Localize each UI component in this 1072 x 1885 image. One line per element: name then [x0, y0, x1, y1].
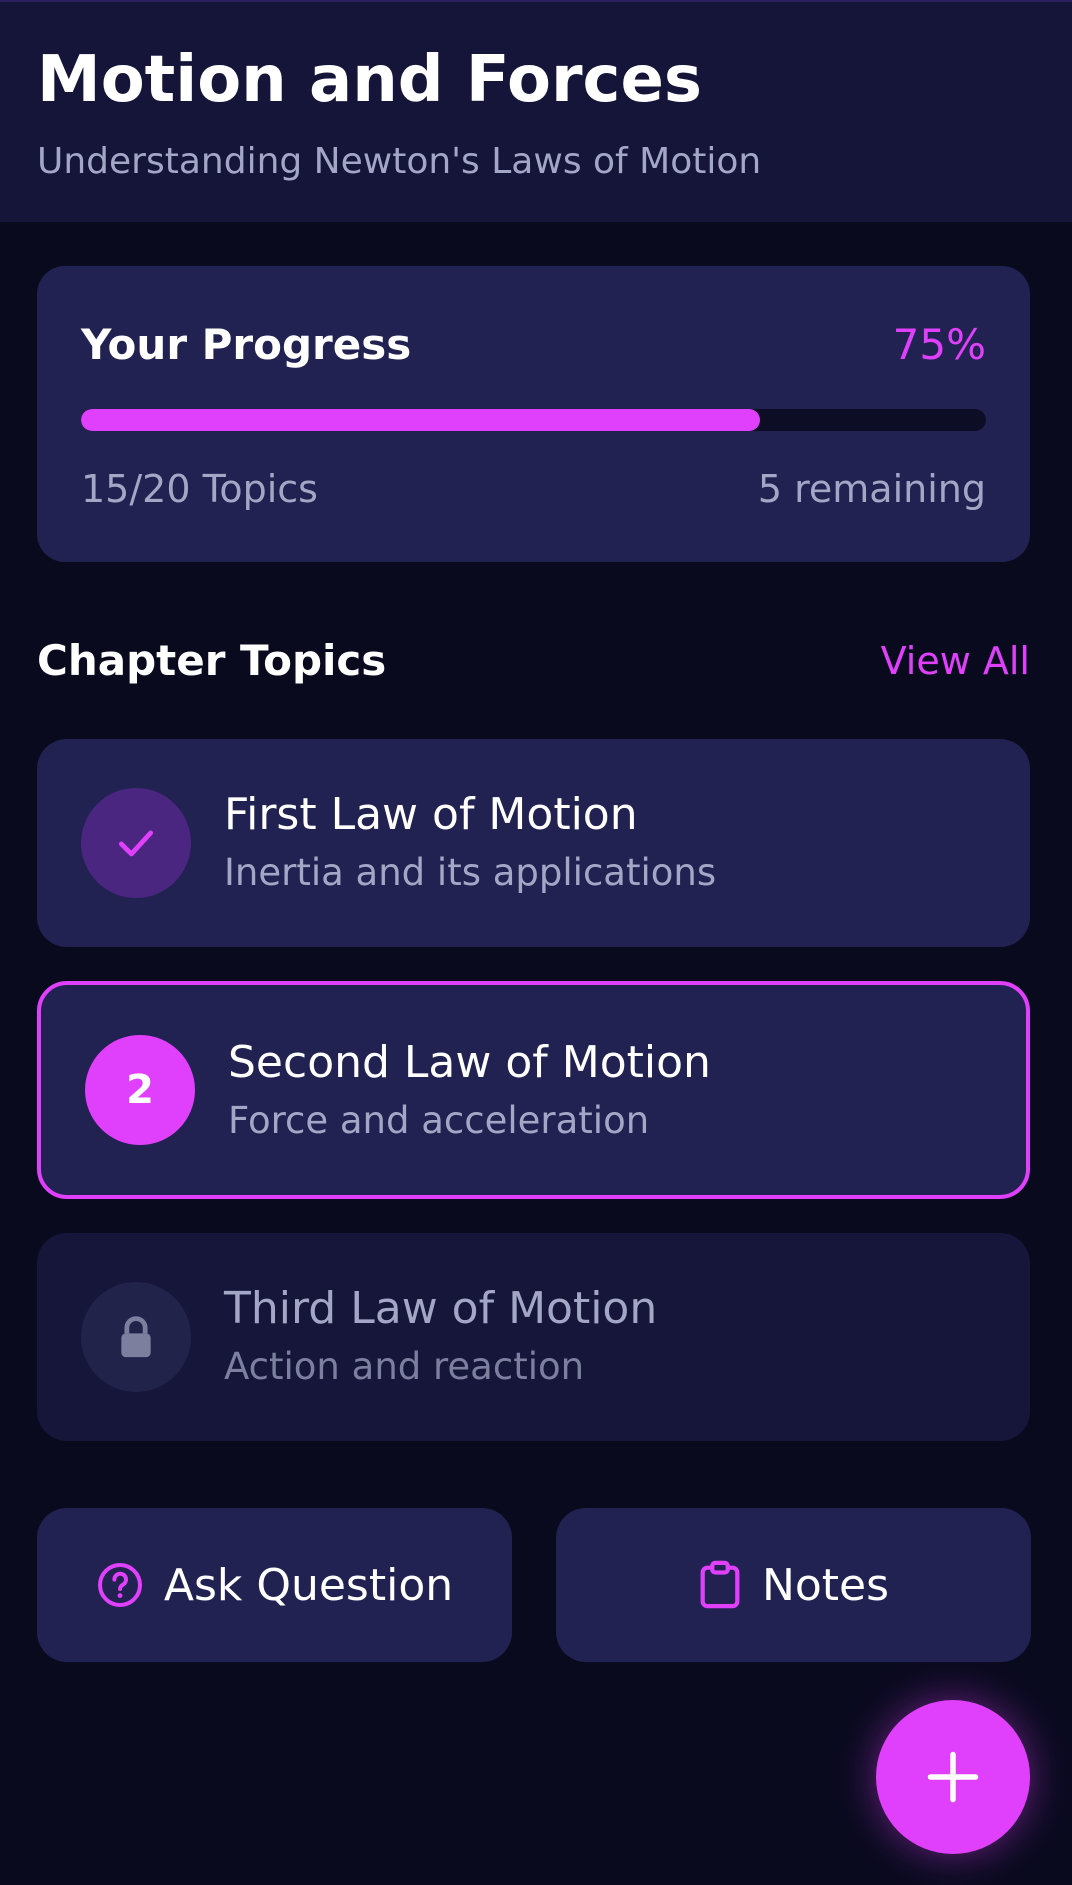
chapter-topics-heading: Chapter Topics: [37, 636, 387, 685]
topic-description: Inertia and its applications: [224, 851, 717, 894]
page-header: Motion and Forces Understanding Newton's…: [0, 0, 1072, 222]
ask-question-button[interactable]: Ask Question: [37, 1508, 512, 1662]
topic-description: Action and reaction: [224, 1345, 585, 1388]
progress-bar: [81, 409, 986, 431]
topic-status-badge: [81, 1282, 191, 1392]
plus-icon: [923, 1747, 983, 1807]
clipboard-icon: [698, 1560, 742, 1610]
topic-number-badge: 2: [85, 1035, 195, 1145]
progress-percent: 75%: [892, 320, 986, 369]
topic-title: Second Law of Motion: [228, 1037, 711, 1088]
notes-label: Notes: [761, 1559, 890, 1611]
topic-title: First Law of Motion: [224, 789, 638, 840]
app-screen: Motion and Forces Understanding Newton's…: [0, 0, 1072, 1885]
topic-title: Third Law of Motion: [224, 1283, 658, 1334]
topic-number: 2: [126, 1067, 154, 1113]
progress-card: Your Progress 75% 15/20 Topics 5 remaini…: [37, 266, 1030, 562]
lock-icon: [114, 1313, 158, 1361]
add-fab-button[interactable]: [876, 1700, 1030, 1854]
ask-question-label: Ask Question: [163, 1559, 454, 1611]
topic-status-badge: [81, 788, 191, 898]
view-all-link[interactable]: View All: [881, 636, 1030, 686]
topic-item-first-law[interactable]: First Law of Motion Inertia and its appl…: [37, 739, 1030, 947]
progress-title: Your Progress: [81, 320, 412, 369]
check-icon: [114, 821, 158, 865]
progress-remaining-count: 5 remaining: [757, 467, 986, 511]
progress-bar-fill: [81, 409, 760, 431]
page-title: Motion and Forces: [37, 43, 702, 117]
question-circle-icon: [96, 1561, 144, 1609]
topic-item-second-law[interactable]: 2 Second Law of Motion Force and acceler…: [37, 981, 1030, 1199]
progress-topics-count: 15/20 Topics: [81, 467, 318, 511]
topic-description: Force and acceleration: [228, 1099, 650, 1142]
topic-item-third-law[interactable]: Third Law of Motion Action and reaction: [37, 1233, 1030, 1441]
notes-button[interactable]: Notes: [556, 1508, 1031, 1662]
page-subtitle: Understanding Newton's Laws of Motion: [37, 141, 762, 182]
